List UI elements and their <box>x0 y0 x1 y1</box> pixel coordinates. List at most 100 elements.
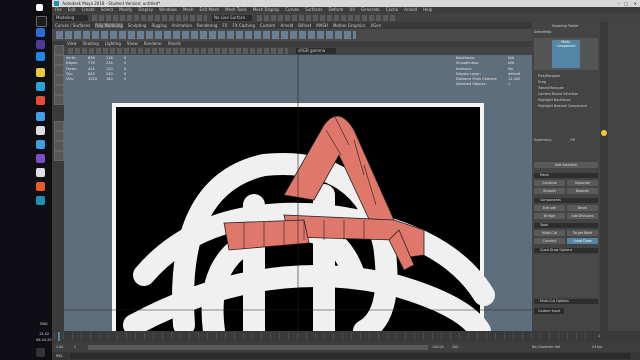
search-icon[interactable] <box>36 16 47 27</box>
selection-option[interactable]: Tweak/Marquee <box>538 86 564 90</box>
shelf-tab[interactable]: Sculpting <box>128 23 147 28</box>
status-icons-right[interactable] <box>257 14 397 21</box>
panel-menu-help[interactable]: Help <box>544 30 552 34</box>
quad-draw-button[interactable]: Quad Draw <box>567 238 598 244</box>
shelf-tool-icons[interactable] <box>56 31 356 39</box>
lasso-tool-icon[interactable] <box>54 55 64 65</box>
maya-app-icon[interactable] <box>36 196 45 205</box>
menu-edit-mesh[interactable]: Edit Mesh <box>200 7 220 12</box>
shelf-tab[interactable]: Poly Modeling <box>95 23 123 28</box>
viewport-menu-item[interactable]: View <box>64 41 77 46</box>
menu-generate[interactable]: Generate <box>361 7 380 12</box>
viewport-scene[interactable] <box>64 55 532 331</box>
selection-option[interactable]: Highlight Nearest Component <box>538 104 587 108</box>
shelf-tab[interactable]: Animation <box>172 23 192 28</box>
paint-select-icon[interactable] <box>54 65 64 75</box>
current-frame-field[interactable]: 1 <box>598 334 600 338</box>
current-frame-marker[interactable] <box>58 332 60 341</box>
bevel-button[interactable]: Bevel <box>567 205 598 211</box>
rotate-tool-icon[interactable] <box>54 85 64 95</box>
app-icon[interactable] <box>36 52 45 61</box>
menu-deform[interactable]: Deform <box>328 7 343 12</box>
menu-modify[interactable]: Modify <box>119 7 132 12</box>
app-icon[interactable] <box>36 40 45 49</box>
layout-two-icon[interactable] <box>54 141 64 151</box>
menu-mesh[interactable]: Mesh <box>183 7 194 12</box>
shelf-tab[interactable]: MASH <box>316 23 328 28</box>
app-icon[interactable] <box>36 154 45 163</box>
command-language[interactable]: MEL <box>56 354 63 358</box>
shelf-tab[interactable]: Bifrost <box>298 23 311 28</box>
app-icon[interactable] <box>36 82 45 91</box>
boolean-button[interactable]: Boolean <box>567 188 598 194</box>
app-icon[interactable] <box>36 28 45 37</box>
menu-curves[interactable]: Curves <box>285 7 299 12</box>
menu-file[interactable]: File <box>55 7 62 12</box>
separate-button[interactable]: Separate <box>567 180 598 186</box>
shelf-tab[interactable]: XGen <box>370 23 381 28</box>
app-icon[interactable] <box>36 96 45 105</box>
soft-selection-button[interactable]: Soft Selection <box>534 162 598 168</box>
app-icon[interactable] <box>36 112 45 121</box>
menu-arnold[interactable]: Arnold <box>404 7 417 12</box>
viewport-menu-item[interactable]: Shading <box>83 41 99 46</box>
section-tools[interactable]: Tools <box>534 223 598 228</box>
selection-option[interactable]: Pick/Marquee <box>538 74 560 78</box>
selection-option[interactable]: Highlight Backfaces <box>538 98 571 102</box>
select-tool-icon[interactable] <box>54 45 64 55</box>
viewport-menu-item[interactable]: Renderer <box>144 41 162 46</box>
maximize-button[interactable]: □ <box>624 0 628 7</box>
smooth-button[interactable]: Smooth <box>534 188 565 194</box>
shelf-tab[interactable]: Arnold <box>280 23 293 28</box>
combine-button[interactable]: Combine <box>534 180 565 186</box>
menu-windows[interactable]: Windows <box>159 7 177 12</box>
menu-mesh-display[interactable]: Mesh Display <box>253 7 280 12</box>
quad-draw-settings[interactable] <box>534 255 598 297</box>
multi-component-button[interactable]: Multi-Component <box>552 40 580 68</box>
move-tool-icon[interactable] <box>54 75 64 85</box>
notifications-icon[interactable] <box>36 348 45 357</box>
status-icons[interactable] <box>92 14 207 21</box>
extrude-button[interactable]: Extrude <box>534 205 565 211</box>
section-mesh[interactable]: Mesh <box>534 173 598 178</box>
minimize-button[interactable]: – <box>618 0 620 7</box>
menu-display[interactable]: Display <box>138 7 153 12</box>
menu-mesh-tools[interactable]: Mesh Tools <box>225 7 247 12</box>
viewport-menu-item[interactable]: Lighting <box>105 41 121 46</box>
shelf-tab[interactable]: FX Caching <box>233 23 255 28</box>
menu-surfaces[interactable]: Surfaces <box>305 7 322 12</box>
colorspace-dropdown[interactable]: sRGB gamma <box>296 48 336 54</box>
shelf-tab[interactable]: Curves / Surfaces <box>52 23 90 28</box>
time-slider[interactable]: 1 <box>52 331 640 343</box>
shelf-tab[interactable]: Rigging <box>151 23 166 28</box>
symmetry-value[interactable]: Off <box>570 138 575 142</box>
layout-outliner-icon[interactable] <box>54 151 64 161</box>
add-divisions-button[interactable]: Add Divisions <box>567 213 598 219</box>
app-icon[interactable] <box>36 126 45 135</box>
range-slider[interactable]: 1.00 1 120.00 200 No Character Set 24 fp… <box>52 343 640 352</box>
app-icon[interactable] <box>36 168 45 177</box>
range-max[interactable]: 200 <box>452 345 458 349</box>
app-icon[interactable] <box>36 68 45 77</box>
menu-edit[interactable]: Edit <box>68 7 76 12</box>
section-components[interactable]: Components <box>534 198 598 203</box>
range-start[interactable]: 1.00 <box>56 345 63 349</box>
live-surface-field[interactable]: No Live Surface <box>212 14 252 21</box>
custom-input-field[interactable]: Custom Input <box>534 308 564 314</box>
menu-uv[interactable]: UV <box>349 7 355 12</box>
scale-tool-icon[interactable] <box>54 95 64 105</box>
shelf-tab[interactable]: FX <box>222 23 227 28</box>
side-tab-strip[interactable] <box>600 22 608 331</box>
menu-create[interactable]: Create <box>81 7 94 12</box>
selection-option[interactable]: Drag <box>538 80 546 84</box>
viewport-tool-icons[interactable] <box>68 48 288 54</box>
range-end[interactable]: 120.00 <box>432 345 444 349</box>
menu-select[interactable]: Select <box>101 7 113 12</box>
section-multi-cut-options[interactable]: Multi-Cut Options <box>534 299 598 304</box>
app-icon[interactable] <box>36 182 45 191</box>
command-line[interactable]: MEL <box>52 352 640 360</box>
shelf-tab[interactable]: Custom <box>260 23 275 28</box>
app-icon[interactable] <box>36 140 45 149</box>
close-button[interactable]: ✕ <box>634 0 637 7</box>
character-set[interactable]: No Character Set <box>532 345 560 349</box>
